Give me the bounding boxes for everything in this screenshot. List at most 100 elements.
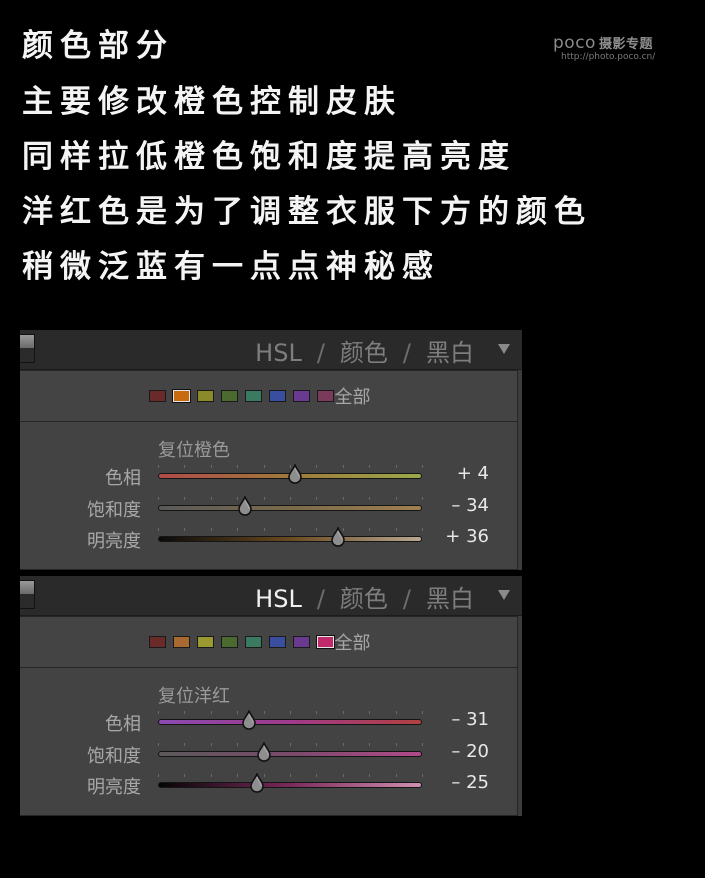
slider-tick bbox=[395, 465, 397, 468]
panel-toggle-button[interactable] bbox=[20, 580, 35, 609]
color-swatch[interactable] bbox=[148, 390, 166, 402]
color-swatch[interactable] bbox=[292, 390, 310, 402]
slider-thumb[interactable] bbox=[256, 742, 272, 762]
tab-hsl[interactable]: HSL bbox=[255, 339, 302, 367]
reset-color-button[interactable]: 复位橙色 bbox=[158, 436, 230, 462]
tab-color[interactable]: 颜色 bbox=[340, 333, 388, 368]
color-swatch[interactable] bbox=[148, 636, 166, 648]
slider-tick bbox=[316, 743, 318, 746]
tab-bw[interactable]: 黑白 bbox=[426, 579, 474, 614]
slider-thumb[interactable] bbox=[287, 464, 303, 484]
tab-bar: HSL / 颜色 / 黑白 bbox=[255, 333, 474, 368]
slider-tick bbox=[237, 465, 239, 468]
slider-thumb[interactable] bbox=[330, 527, 346, 547]
slider-tick bbox=[342, 711, 344, 714]
tab-separator: / bbox=[316, 339, 325, 367]
slider-tick bbox=[158, 497, 159, 500]
slider-track[interactable] bbox=[158, 505, 422, 511]
slider-tick bbox=[184, 711, 186, 714]
all-colors-button[interactable]: 全部 bbox=[335, 383, 371, 409]
slider-tick bbox=[263, 711, 265, 714]
slider-label: 色相 bbox=[105, 714, 141, 735]
slider-track[interactable] bbox=[158, 536, 422, 542]
slider-tick bbox=[395, 774, 397, 777]
caption-line-3: 同样拉低橙色饱和度提高亮度 bbox=[22, 139, 516, 175]
panel-header[interactable]: HSL / 颜色 / 黑白 bbox=[20, 576, 522, 616]
color-swatch[interactable] bbox=[196, 636, 214, 648]
color-swatch[interactable] bbox=[292, 636, 310, 648]
color-swatch[interactable] bbox=[220, 390, 238, 402]
slider-tick bbox=[422, 497, 423, 500]
color-swatch[interactable] bbox=[171, 389, 191, 403]
slider-tick bbox=[158, 774, 159, 777]
slider-tick bbox=[210, 497, 212, 500]
slider-label: 明亮度 bbox=[87, 777, 141, 798]
slider-tick bbox=[342, 497, 344, 500]
slider-label: 饱和度 bbox=[87, 500, 141, 521]
tab-separator: / bbox=[402, 339, 411, 367]
slider-row: 饱和度 – 20 bbox=[20, 740, 517, 768]
color-swatch[interactable] bbox=[220, 636, 238, 648]
slider-tick bbox=[263, 528, 265, 531]
color-swatch[interactable] bbox=[315, 635, 335, 649]
tab-bw[interactable]: 黑白 bbox=[426, 333, 474, 368]
watermark-brand: poco 摄影专题 bbox=[553, 33, 653, 53]
collapse-triangle-icon[interactable] bbox=[498, 590, 510, 600]
caption-line-1: 颜色部分 bbox=[22, 28, 174, 64]
color-swatch[interactable] bbox=[268, 390, 286, 402]
reset-color-button[interactable]: 复位洋红 bbox=[158, 682, 230, 708]
slider-track[interactable] bbox=[158, 782, 422, 788]
slider-tick bbox=[237, 711, 239, 714]
watermark-url: http://photo.poco.cn/ bbox=[561, 52, 656, 62]
slider-thumb[interactable] bbox=[237, 496, 253, 516]
color-swatch-row: 全部 bbox=[20, 616, 518, 668]
slider-track[interactable] bbox=[158, 719, 422, 725]
slider-value[interactable]: – 25 bbox=[451, 772, 489, 793]
caption-line-2: 主要修改橙色控制皮肤 bbox=[22, 84, 402, 120]
slider-group: 复位洋红 色相 – 31 饱和度 – 20 明亮度 – 25 bbox=[20, 668, 518, 816]
slider-thumb[interactable] bbox=[241, 710, 257, 730]
slider-tick bbox=[290, 528, 291, 531]
slider-tick bbox=[237, 743, 239, 746]
slider-tick bbox=[210, 774, 212, 777]
tab-hsl[interactable]: HSL bbox=[255, 585, 302, 613]
panel-header[interactable]: HSL / 颜色 / 黑白 bbox=[20, 330, 522, 370]
slider-label: 色相 bbox=[105, 468, 141, 489]
tab-bar: HSL / 颜色 / 黑白 bbox=[255, 579, 474, 614]
slider-track[interactable] bbox=[158, 751, 422, 757]
slider-tick bbox=[290, 743, 291, 746]
slider-tick bbox=[422, 465, 423, 468]
slider-tick bbox=[158, 743, 159, 746]
slider-value[interactable]: – 20 bbox=[451, 741, 489, 762]
color-swatch[interactable] bbox=[244, 390, 262, 402]
slider-tick bbox=[342, 774, 344, 777]
color-swatch[interactable] bbox=[268, 636, 286, 648]
color-swatch[interactable] bbox=[316, 390, 334, 402]
slider-value[interactable]: + 4 bbox=[457, 463, 489, 484]
caption-line-4: 洋红色是为了调整衣服下方的颜色 bbox=[22, 194, 592, 230]
color-swatch[interactable] bbox=[172, 636, 190, 648]
slider-group: 复位橙色 色相 + 4 饱和度 – 34 明亮度 + 36 bbox=[20, 422, 518, 570]
color-swatch[interactable] bbox=[244, 636, 262, 648]
slider-tick bbox=[422, 774, 423, 777]
slider-tick bbox=[158, 465, 159, 468]
slider-tick bbox=[316, 711, 318, 714]
color-swatch[interactable] bbox=[196, 390, 214, 402]
slider-tick bbox=[342, 743, 344, 746]
panel-toggle-button[interactable] bbox=[20, 334, 35, 363]
slider-value[interactable]: – 31 bbox=[451, 709, 489, 730]
slider-tick bbox=[210, 465, 212, 468]
slider-value[interactable]: + 36 bbox=[445, 526, 489, 547]
collapse-triangle-icon[interactable] bbox=[498, 344, 510, 354]
all-colors-button[interactable]: 全部 bbox=[335, 629, 371, 655]
slider-tick bbox=[369, 528, 371, 531]
slider-tick bbox=[263, 497, 265, 500]
color-swatch-row: 全部 bbox=[20, 370, 518, 422]
slider-row: 饱和度 – 34 bbox=[20, 494, 517, 522]
tab-color[interactable]: 颜色 bbox=[340, 579, 388, 614]
slider-value[interactable]: – 34 bbox=[451, 495, 489, 516]
slider-tick bbox=[369, 497, 371, 500]
slider-thumb[interactable] bbox=[249, 773, 265, 793]
watermark: poco 摄影专题 http://photo.poco.cn/ bbox=[553, 33, 655, 62]
slider-row: 色相 – 31 bbox=[20, 708, 517, 736]
